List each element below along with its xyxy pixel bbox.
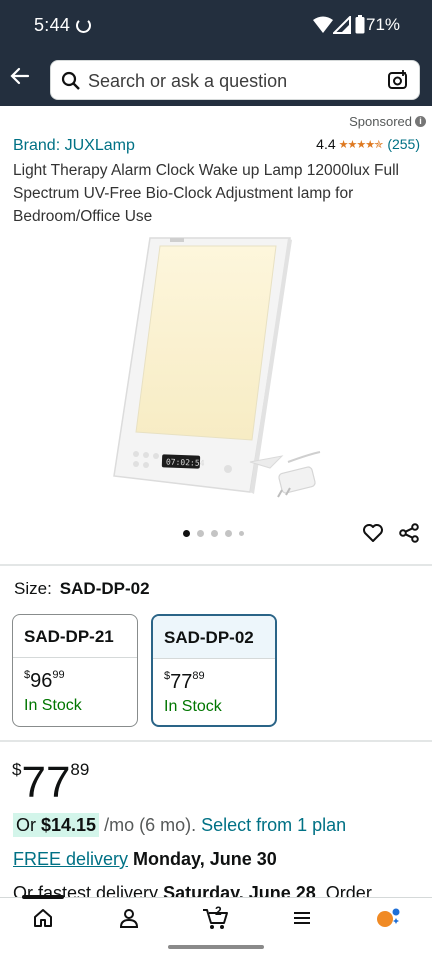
menu-icon[interactable] (291, 907, 313, 929)
camera-search-icon[interactable] (387, 69, 409, 91)
heart-icon[interactable] (362, 522, 384, 544)
free-delivery-link[interactable]: FREE delivery (13, 849, 128, 869)
sponsored-text: Sponsored (349, 114, 412, 129)
product-title: Light Therapy Alarm Clock Wake up Lamp 1… (13, 162, 399, 225)
size-selector-label: Size: SAD-DP-02 (14, 579, 150, 599)
monthly-amount-highlight: Or $14.15 (13, 813, 100, 837)
selected-size: SAD-DP-02 (59, 579, 150, 598)
size-option-price: $9699 (24, 669, 65, 692)
rating-value: 4.4 (316, 136, 336, 152)
size-option-name: SAD-DP-02 (153, 616, 275, 659)
size-option-card-selected[interactable]: SAD-DP-02 $7789 In Stock (151, 614, 277, 727)
carousel-dot[interactable] (239, 531, 244, 536)
sponsored-label[interactable]: Sponsored i (349, 114, 426, 129)
cart-button[interactable]: 2 (202, 904, 230, 936)
account-icon[interactable] (118, 907, 140, 929)
size-option-card[interactable]: SAD-DP-21 $9699 In Stock (12, 614, 138, 727)
carousel-dot[interactable] (183, 530, 190, 537)
status-time: 5:44 (34, 15, 71, 35)
monthly-plan: Or $14.15 /mo (6 mo). Select from 1 plan (13, 813, 346, 837)
section-divider (0, 740, 432, 742)
signal-icon (333, 16, 351, 34)
info-icon[interactable]: i (415, 116, 426, 127)
fastest-delivery-info: Or fastest delivery Saturday, June 28. O… (13, 883, 372, 897)
size-option-name: SAD-DP-21 (13, 615, 137, 658)
bottom-nav: 2 (0, 895, 432, 960)
share-icon[interactable] (398, 522, 420, 544)
brand-link[interactable]: Brand: JUXLamp (13, 137, 135, 155)
review-count[interactable]: (255) (387, 136, 420, 152)
search-placeholder: Search or ask a question (88, 71, 288, 91)
lamp-clock-display: 07:02:54 (166, 457, 205, 467)
gesture-bar[interactable] (168, 945, 264, 949)
plan-period: /mo (6 mo). (104, 815, 197, 835)
search-icon (61, 71, 80, 90)
cart-count: 2 (215, 904, 222, 918)
stock-status: In Stock (24, 697, 82, 714)
carousel-dot[interactable] (211, 530, 218, 537)
back-arrow-icon[interactable] (8, 64, 32, 88)
image-carousel-dots[interactable] (183, 530, 244, 537)
delivery-info: FREE delivery Monday, June 30 (13, 849, 277, 870)
delivery-date: Monday, June 30 (133, 849, 277, 869)
stock-status: In Stock (164, 698, 222, 715)
battery-icon (355, 15, 365, 34)
select-plan-link[interactable]: Select from 1 plan (201, 815, 346, 835)
carousel-dot[interactable] (197, 530, 204, 537)
size-option-price: $7789 (164, 670, 205, 693)
assistant-icon[interactable] (375, 907, 401, 931)
active-tab-indicator (22, 895, 64, 899)
section-divider (0, 564, 432, 566)
status-bar: 5:44 71% (0, 0, 432, 52)
size-label: Size: (14, 579, 52, 598)
product-price: $7789 (12, 758, 90, 807)
wifi-icon (313, 16, 333, 33)
home-icon[interactable] (32, 907, 54, 929)
sync-icon (76, 18, 91, 33)
carousel-dot[interactable] (225, 530, 232, 537)
search-bar[interactable]: Search or ask a question (50, 60, 420, 100)
product-image[interactable]: 07:02:54 (110, 232, 340, 502)
app-header: Search or ask a question (0, 52, 432, 106)
star-rating-icon: ★★★★✯ (338, 138, 384, 151)
battery-percent: 71% (366, 15, 401, 34)
rating-summary[interactable]: 4.4 ★★★★✯ (255) (316, 136, 420, 152)
